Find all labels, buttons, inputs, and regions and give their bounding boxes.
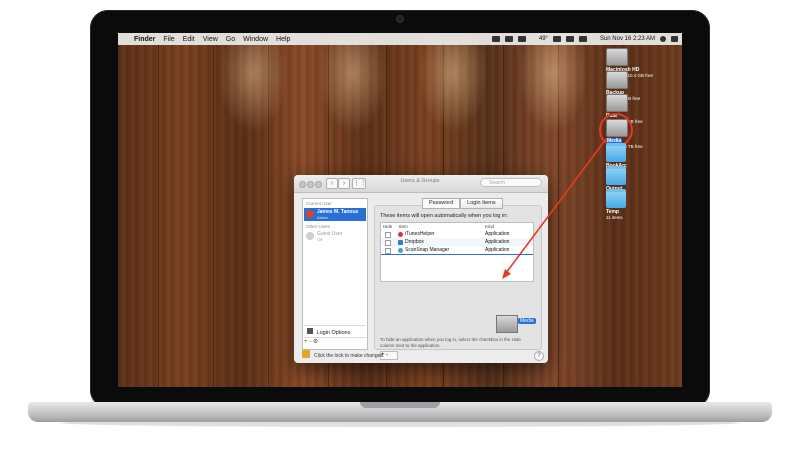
screen: Finder File Edit View Go Window Help 49°… xyxy=(118,33,682,387)
laptop-notch xyxy=(360,402,440,408)
arrow-head xyxy=(502,269,511,279)
annotation-arrow xyxy=(502,138,607,279)
arrow-line xyxy=(505,138,607,274)
camera xyxy=(397,16,403,22)
